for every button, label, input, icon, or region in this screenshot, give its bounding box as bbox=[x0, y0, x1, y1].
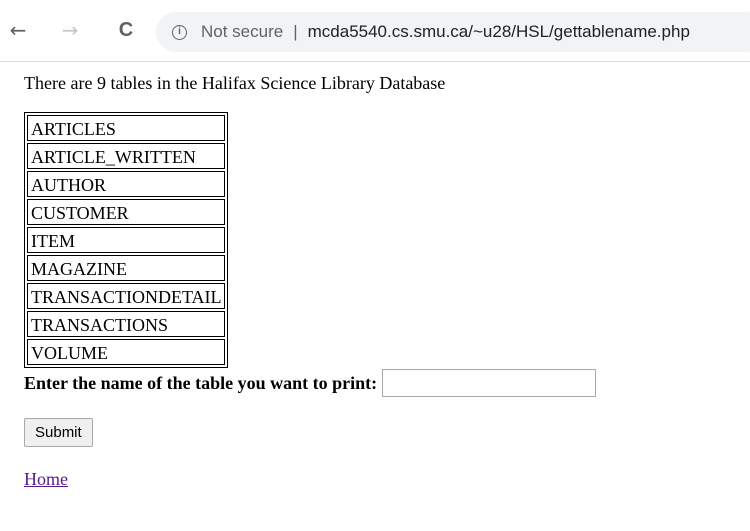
intro-text: There are 9 tables in the Halifax Scienc… bbox=[24, 73, 446, 93]
table-name-input[interactable] bbox=[382, 369, 597, 397]
submit-button[interactable]: Submit bbox=[24, 418, 93, 447]
table-name-cell: CUSTOMER bbox=[27, 199, 225, 225]
table-name-cell: MAGAZINE bbox=[27, 255, 225, 281]
table-row: ARTICLE_WRITTEN bbox=[27, 143, 225, 169]
table-row: CUSTOMER bbox=[27, 199, 225, 225]
table-name-cell: TRANSACTIONS bbox=[27, 311, 225, 337]
url-separator: | bbox=[293, 22, 298, 41]
table-name-cell: ARTICLE_WRITTEN bbox=[27, 143, 225, 169]
table-row: VOLUME bbox=[27, 339, 225, 365]
table-name-cell: ITEM bbox=[27, 227, 225, 253]
browser-toolbar: ← → C i Not secure | mcda5540.cs.smu.ca/… bbox=[0, 0, 750, 62]
forward-icon[interactable]: → bbox=[56, 16, 84, 44]
table-name-cell: AUTHOR bbox=[27, 171, 225, 197]
table-name-cell: VOLUME bbox=[27, 339, 225, 365]
security-label: Not secure bbox=[201, 22, 284, 41]
address-bar[interactable]: i Not secure | mcda5540.cs.smu.ca/~u28/H… bbox=[156, 12, 750, 52]
table-row: TRANSACTIONS bbox=[27, 311, 225, 337]
table-name-form: Enter the name of the table you want to … bbox=[24, 369, 597, 397]
url-text[interactable]: mcda5540.cs.smu.ca/~u28/HSL/gettablename… bbox=[308, 22, 690, 42]
prompt-label: Enter the name of the table you want to … bbox=[24, 372, 378, 393]
table-name-cell: TRANSACTIONDETAIL bbox=[27, 283, 225, 309]
info-icon[interactable]: i bbox=[172, 24, 187, 40]
table-name-cell: ARTICLES bbox=[27, 115, 225, 141]
reload-icon[interactable]: C bbox=[112, 16, 140, 44]
table-list: ARTICLES ARTICLE_WRITTEN AUTHOR CUSTOMER ITE… bbox=[24, 112, 228, 368]
page-content: There are 9 tables in the Halifax Scienc… bbox=[24, 72, 597, 490]
back-icon[interactable]: ← bbox=[4, 16, 32, 44]
table-row: ITEM bbox=[27, 227, 225, 253]
table-row: MAGAZINE bbox=[27, 255, 225, 281]
table-row: AUTHOR bbox=[27, 171, 225, 197]
table-row: TRANSACTIONDETAIL bbox=[27, 283, 225, 309]
home-link[interactable]: Home bbox=[24, 469, 68, 490]
table-row: ARTICLES bbox=[27, 115, 225, 141]
